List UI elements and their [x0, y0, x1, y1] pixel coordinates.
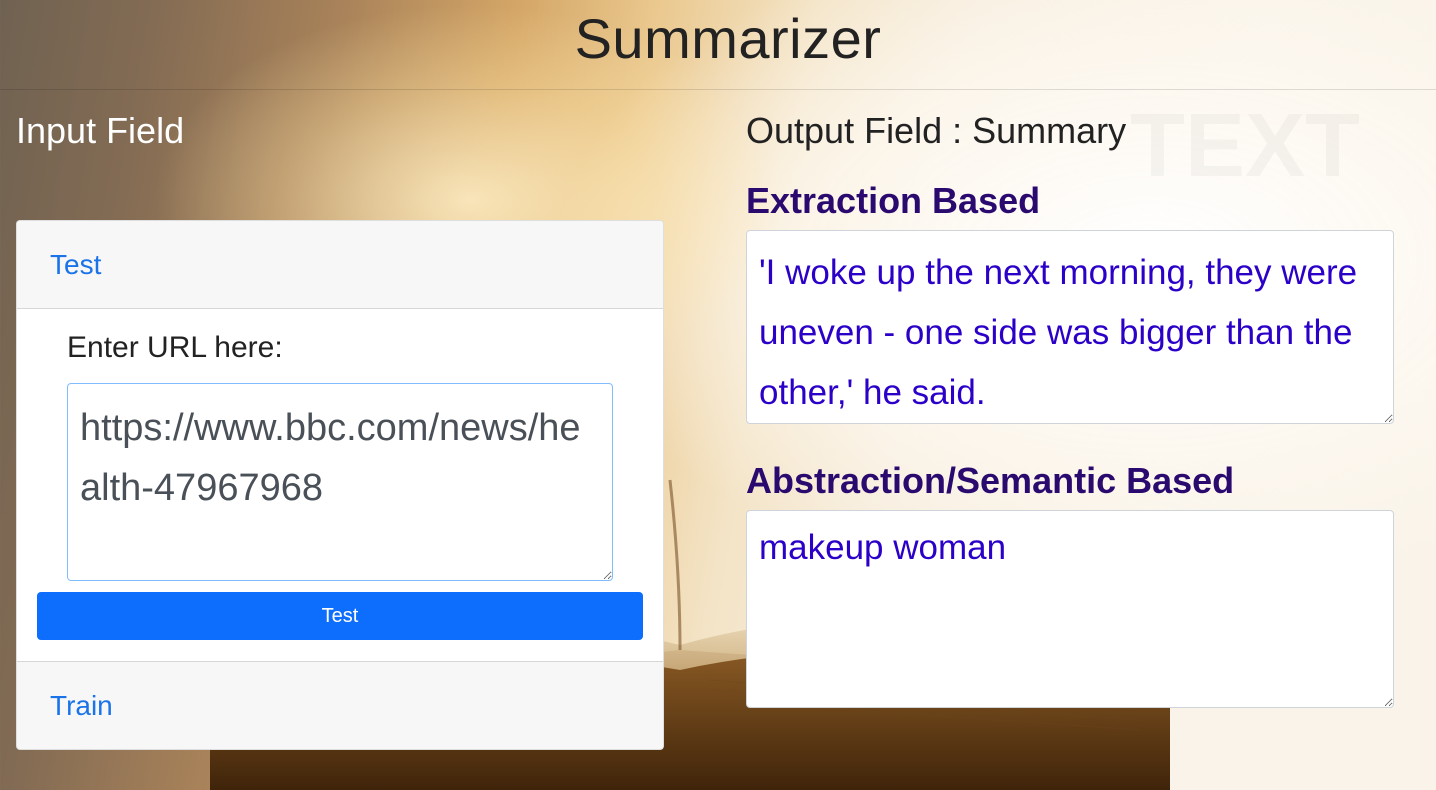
- url-label: Enter URL here:: [67, 331, 283, 364]
- output-field-heading: Output Field : Summary: [746, 110, 1127, 151]
- input-field-heading: Input Field: [16, 110, 185, 151]
- accordion-header-test[interactable]: Test: [17, 221, 663, 309]
- accordion-header-train[interactable]: Train: [17, 661, 663, 749]
- extraction-based-title: Extraction Based: [746, 180, 1041, 221]
- page-title: Summarizer: [574, 7, 882, 70]
- background-watermark: TEXT: [1130, 95, 1360, 198]
- abstraction-based-title: Abstraction/Semantic Based: [746, 460, 1235, 501]
- page-header: Summarizer: [0, 0, 1436, 90]
- url-input[interactable]: https://www.bbc.com/news/health-47967968: [67, 383, 613, 581]
- test-submit-button[interactable]: Test: [37, 592, 643, 640]
- tab-test[interactable]: Test: [50, 249, 101, 281]
- tab-train[interactable]: Train: [50, 690, 113, 722]
- abstraction-summary-output[interactable]: makeup woman: [746, 510, 1394, 708]
- mode-accordion: Test Enter URL here: https://www.bbc.com…: [16, 220, 664, 750]
- extraction-summary-output[interactable]: 'I woke up the next morning, they were u…: [746, 230, 1394, 424]
